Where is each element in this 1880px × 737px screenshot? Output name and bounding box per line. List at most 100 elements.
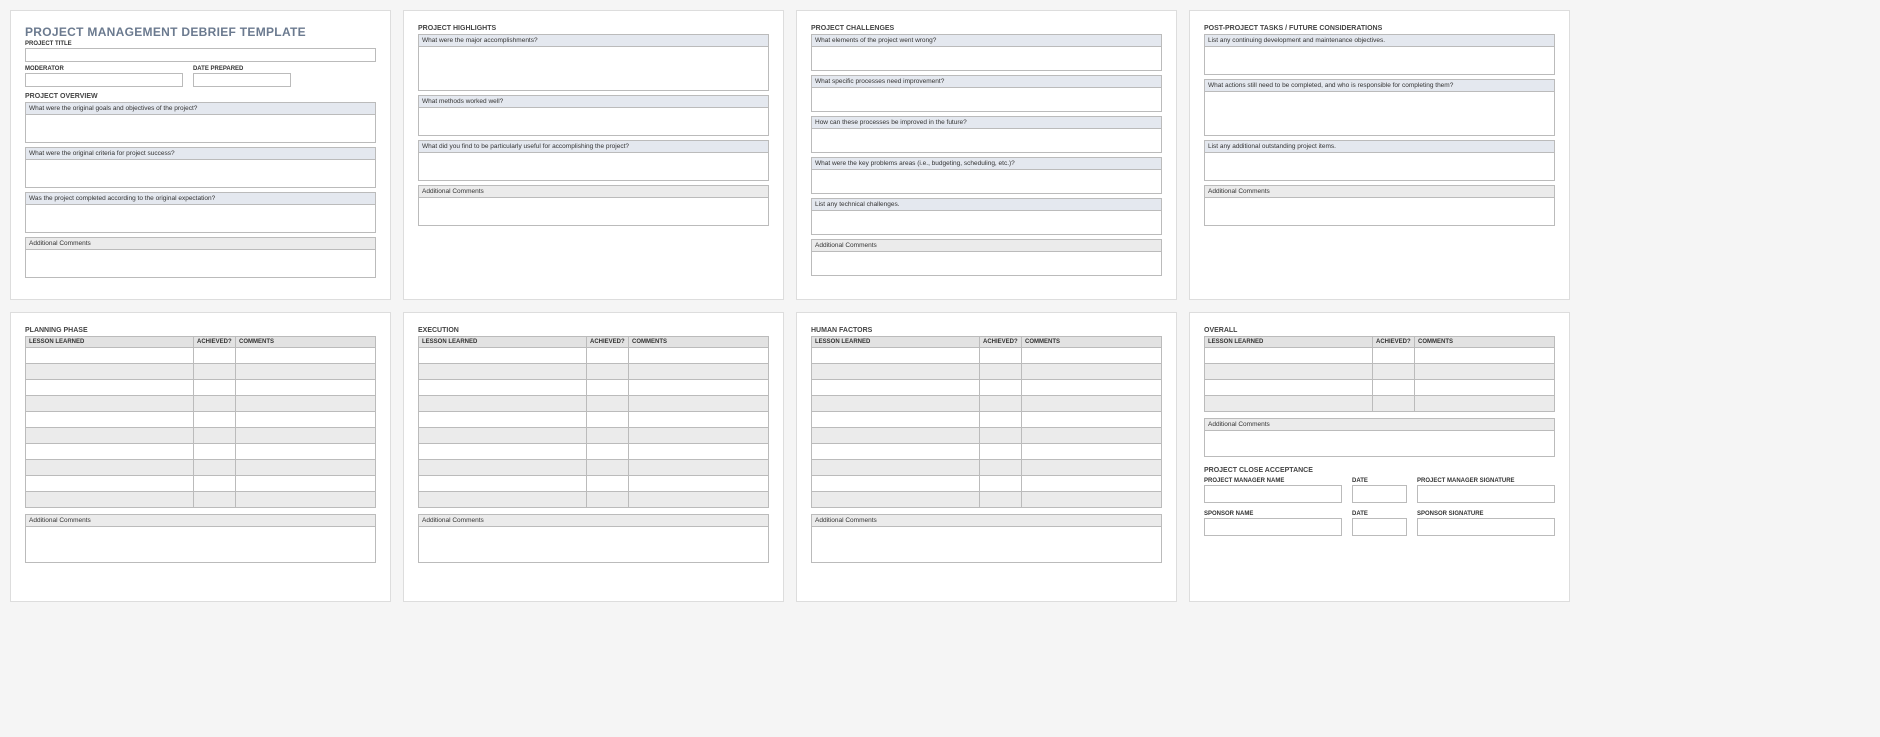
table-cell[interactable]: [236, 396, 376, 412]
table-cell[interactable]: [980, 412, 1022, 428]
highlights-a3[interactable]: [418, 153, 769, 181]
table-cell[interactable]: [980, 476, 1022, 492]
table-cell[interactable]: [629, 444, 769, 460]
table-cell[interactable]: [1022, 396, 1162, 412]
postproject-a1[interactable]: [1204, 47, 1555, 75]
table-cell[interactable]: [980, 492, 1022, 508]
table-cell[interactable]: [419, 460, 587, 476]
table-cell[interactable]: [587, 428, 629, 444]
table-cell[interactable]: [419, 396, 587, 412]
table-cell[interactable]: [419, 412, 587, 428]
table-cell[interactable]: [812, 364, 980, 380]
postproject-a2[interactable]: [1204, 92, 1555, 136]
postproject-additional-area[interactable]: [1204, 198, 1555, 226]
table-cell[interactable]: [812, 380, 980, 396]
table-cell[interactable]: [1022, 412, 1162, 428]
planning-additional-area[interactable]: [25, 527, 376, 563]
table-cell[interactable]: [1022, 364, 1162, 380]
table-cell[interactable]: [236, 460, 376, 476]
challenges-a5[interactable]: [811, 211, 1162, 235]
table-cell[interactable]: [194, 444, 236, 460]
table-cell[interactable]: [812, 348, 980, 364]
table-cell[interactable]: [236, 380, 376, 396]
postproject-a3[interactable]: [1204, 153, 1555, 181]
table-cell[interactable]: [419, 492, 587, 508]
table-cell[interactable]: [629, 348, 769, 364]
table-cell[interactable]: [980, 380, 1022, 396]
pm-name-input[interactable]: [1204, 485, 1342, 503]
table-cell[interactable]: [419, 476, 587, 492]
table-cell[interactable]: [980, 364, 1022, 380]
human-additional-area[interactable]: [811, 527, 1162, 563]
table-cell[interactable]: [812, 412, 980, 428]
table-cell[interactable]: [1373, 364, 1415, 380]
table-cell[interactable]: [1205, 348, 1373, 364]
table-cell[interactable]: [629, 380, 769, 396]
table-cell[interactable]: [629, 492, 769, 508]
table-cell[interactable]: [1373, 396, 1415, 412]
overall-additional-area[interactable]: [1204, 431, 1555, 457]
table-cell[interactable]: [419, 380, 587, 396]
table-cell[interactable]: [629, 364, 769, 380]
table-cell[interactable]: [1022, 380, 1162, 396]
table-cell[interactable]: [1022, 428, 1162, 444]
table-cell[interactable]: [194, 364, 236, 380]
table-cell[interactable]: [194, 396, 236, 412]
table-cell[interactable]: [236, 476, 376, 492]
table-cell[interactable]: [1205, 380, 1373, 396]
sponsor-sig-input[interactable]: [1417, 518, 1555, 536]
table-cell[interactable]: [980, 444, 1022, 460]
table-cell[interactable]: [587, 476, 629, 492]
table-cell[interactable]: [629, 476, 769, 492]
table-cell[interactable]: [629, 412, 769, 428]
table-cell[interactable]: [236, 412, 376, 428]
table-cell[interactable]: [194, 380, 236, 396]
table-cell[interactable]: [26, 492, 194, 508]
table-cell[interactable]: [1022, 492, 1162, 508]
overview-a3[interactable]: [25, 205, 376, 233]
table-cell[interactable]: [1415, 348, 1555, 364]
table-cell[interactable]: [812, 444, 980, 460]
table-cell[interactable]: [812, 460, 980, 476]
date-prepared-input[interactable]: [193, 73, 291, 87]
highlights-a1[interactable]: [418, 47, 769, 91]
table-cell[interactable]: [1373, 348, 1415, 364]
highlights-a2[interactable]: [418, 108, 769, 136]
table-cell[interactable]: [419, 348, 587, 364]
table-cell[interactable]: [980, 428, 1022, 444]
challenges-a3[interactable]: [811, 129, 1162, 153]
table-cell[interactable]: [812, 428, 980, 444]
table-cell[interactable]: [980, 396, 1022, 412]
table-cell[interactable]: [587, 380, 629, 396]
table-cell[interactable]: [1205, 396, 1373, 412]
table-cell[interactable]: [26, 476, 194, 492]
table-cell[interactable]: [587, 396, 629, 412]
table-cell[interactable]: [1022, 460, 1162, 476]
table-cell[interactable]: [236, 492, 376, 508]
challenges-a1[interactable]: [811, 47, 1162, 71]
table-cell[interactable]: [419, 428, 587, 444]
table-cell[interactable]: [26, 460, 194, 476]
pm-date-input[interactable]: [1352, 485, 1407, 503]
table-cell[interactable]: [1415, 380, 1555, 396]
table-cell[interactable]: [587, 444, 629, 460]
table-cell[interactable]: [26, 364, 194, 380]
table-cell[interactable]: [587, 364, 629, 380]
moderator-input[interactable]: [25, 73, 183, 87]
challenges-a2[interactable]: [811, 88, 1162, 112]
overview-additional-area[interactable]: [25, 250, 376, 278]
table-cell[interactable]: [26, 428, 194, 444]
table-cell[interactable]: [236, 348, 376, 364]
table-cell[interactable]: [587, 492, 629, 508]
pm-sig-input[interactable]: [1417, 485, 1555, 503]
table-cell[interactable]: [629, 460, 769, 476]
table-cell[interactable]: [1205, 364, 1373, 380]
table-cell[interactable]: [194, 492, 236, 508]
table-cell[interactable]: [1022, 348, 1162, 364]
table-cell[interactable]: [587, 348, 629, 364]
project-title-input[interactable]: [25, 48, 376, 62]
table-cell[interactable]: [629, 396, 769, 412]
table-cell[interactable]: [812, 476, 980, 492]
table-cell[interactable]: [26, 412, 194, 428]
table-cell[interactable]: [194, 428, 236, 444]
